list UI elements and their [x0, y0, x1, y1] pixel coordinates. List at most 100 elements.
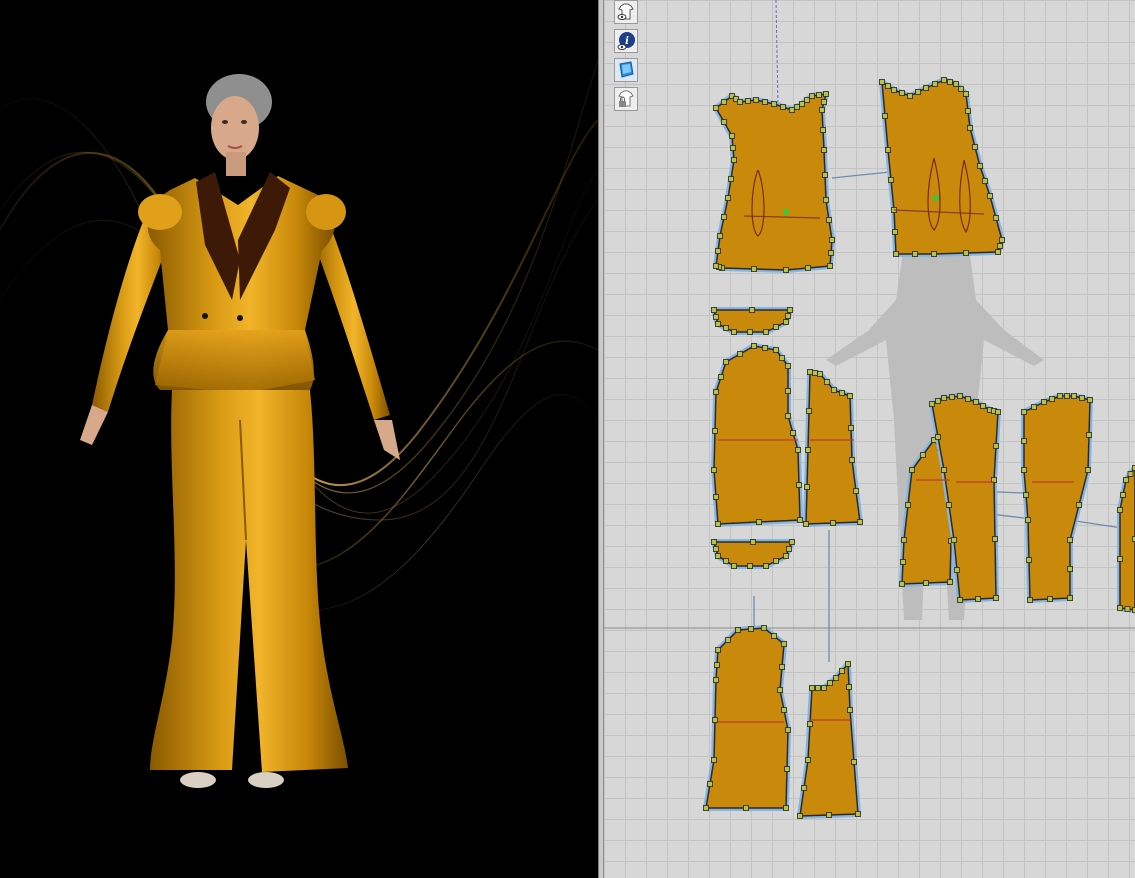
pattern-point[interactable]: [711, 757, 717, 763]
pattern-point[interactable]: [892, 229, 898, 235]
pattern-point[interactable]: [737, 99, 743, 105]
pattern-point[interactable]: [848, 425, 854, 431]
pattern-point[interactable]: [1067, 566, 1073, 572]
pattern-point[interactable]: [828, 250, 834, 256]
pattern-point[interactable]: [893, 251, 899, 257]
2d-pattern-viewport[interactable]: [604, 0, 1135, 878]
pattern-point[interactable]: [1086, 432, 1092, 438]
pattern-point[interactable]: [987, 193, 993, 199]
pattern-point[interactable]: [785, 413, 791, 419]
pattern-point[interactable]: [743, 805, 749, 811]
pattern-point[interactable]: [723, 325, 729, 331]
pattern-point[interactable]: [801, 785, 807, 791]
back-bodice-piece[interactable]: [881, 79, 1003, 255]
pattern-point[interactable]: [826, 812, 832, 818]
pattern-point[interactable]: [947, 79, 953, 85]
pattern-point[interactable]: [797, 517, 803, 523]
pattern-point[interactable]: [816, 92, 822, 98]
pattern-point[interactable]: [963, 91, 969, 97]
pattern-point[interactable]: [785, 363, 791, 369]
pattern-point[interactable]: [794, 104, 800, 110]
pattern-point[interactable]: [703, 805, 709, 811]
garment-visibility-button[interactable]: [614, 0, 638, 24]
pattern-point[interactable]: [993, 215, 999, 221]
pattern-point[interactable]: [833, 675, 839, 681]
pattern-point[interactable]: [797, 813, 803, 819]
pattern-point[interactable]: [929, 401, 935, 407]
pattern-point[interactable]: [715, 521, 721, 527]
pattern-point[interactable]: [787, 307, 793, 313]
pattern-point[interactable]: [923, 85, 929, 91]
pattern-point[interactable]: [821, 685, 827, 691]
pattern-point[interactable]: [920, 452, 926, 458]
pattern-point[interactable]: [957, 393, 963, 399]
pattern-point[interactable]: [1087, 397, 1093, 403]
pattern-point[interactable]: [1021, 409, 1027, 415]
pattern-point[interactable]: [824, 379, 830, 385]
pattern-point[interactable]: [829, 237, 835, 243]
pattern-point[interactable]: [899, 90, 905, 96]
pattern-point[interactable]: [845, 661, 851, 667]
pattern-point[interactable]: [753, 97, 759, 103]
pattern-point[interactable]: [777, 687, 783, 693]
pattern-point[interactable]: [711, 307, 717, 313]
pattern-point[interactable]: [728, 176, 734, 182]
pattern-point[interactable]: [993, 595, 999, 601]
pattern-point[interactable]: [748, 626, 754, 632]
pattern-point[interactable]: [804, 97, 810, 103]
pattern-point[interactable]: [805, 447, 811, 453]
pattern-point[interactable]: [827, 263, 833, 269]
pattern-point[interactable]: [1124, 606, 1131, 612]
pattern-point[interactable]: [999, 237, 1005, 243]
3d-garment-viewport[interactable]: [0, 0, 598, 878]
pattern-point[interactable]: [823, 197, 829, 203]
front-bodice-piece[interactable]: [715, 93, 833, 271]
pattern-point[interactable]: [1067, 537, 1073, 543]
pattern-point[interactable]: [721, 214, 727, 220]
pattern-point[interactable]: [815, 685, 821, 691]
pattern-point[interactable]: [1064, 393, 1070, 399]
pattern-point[interactable]: [995, 249, 1001, 255]
pattern-point[interactable]: [805, 757, 811, 763]
pattern-point[interactable]: [982, 178, 988, 184]
pattern-point[interactable]: [980, 403, 986, 409]
pattern-point[interactable]: [784, 766, 790, 772]
pattern-point[interactable]: [762, 345, 768, 351]
pattern-point[interactable]: [725, 195, 731, 201]
pattern-point[interactable]: [963, 250, 969, 256]
pattern-point[interactable]: [717, 233, 723, 239]
pattern-point[interactable]: [809, 93, 815, 99]
pattern-point[interactable]: [789, 539, 795, 545]
pattern-point[interactable]: [951, 537, 957, 543]
pattern-point[interactable]: [713, 389, 719, 395]
pattern-point[interactable]: [783, 805, 789, 811]
pattern-point[interactable]: [711, 539, 717, 545]
pattern-point[interactable]: [931, 251, 937, 257]
pattern-point[interactable]: [771, 633, 777, 639]
pattern-point[interactable]: [745, 98, 751, 104]
pattern-point[interactable]: [849, 457, 855, 463]
sleeve-bottom-front-piece[interactable]: [705, 627, 789, 809]
pattern-point[interactable]: [715, 647, 721, 653]
pattern-point[interactable]: [941, 467, 947, 473]
pattern-point[interactable]: [831, 387, 837, 393]
pattern-point[interactable]: [763, 563, 769, 569]
pattern-point[interactable]: [807, 721, 813, 727]
pattern-point[interactable]: [721, 99, 727, 105]
pattern-point[interactable]: [730, 145, 736, 151]
lock-garment-button[interactable]: [614, 87, 638, 111]
pattern-point[interactable]: [1123, 477, 1129, 483]
pattern-point[interactable]: [783, 553, 789, 559]
pattern-point[interactable]: [901, 537, 907, 543]
pattern-point[interactable]: [1067, 595, 1073, 601]
pattern-point[interactable]: [949, 394, 955, 400]
pattern-point[interactable]: [992, 536, 998, 542]
pattern-point[interactable]: [855, 811, 861, 817]
pattern-point[interactable]: [879, 79, 885, 85]
pattern-point[interactable]: [941, 77, 947, 83]
pattern-point[interactable]: [972, 144, 978, 150]
pattern-point[interactable]: [819, 107, 825, 113]
pattern-point[interactable]: [712, 428, 718, 434]
pattern-point[interactable]: [823, 91, 829, 97]
pattern-point[interactable]: [847, 707, 853, 713]
